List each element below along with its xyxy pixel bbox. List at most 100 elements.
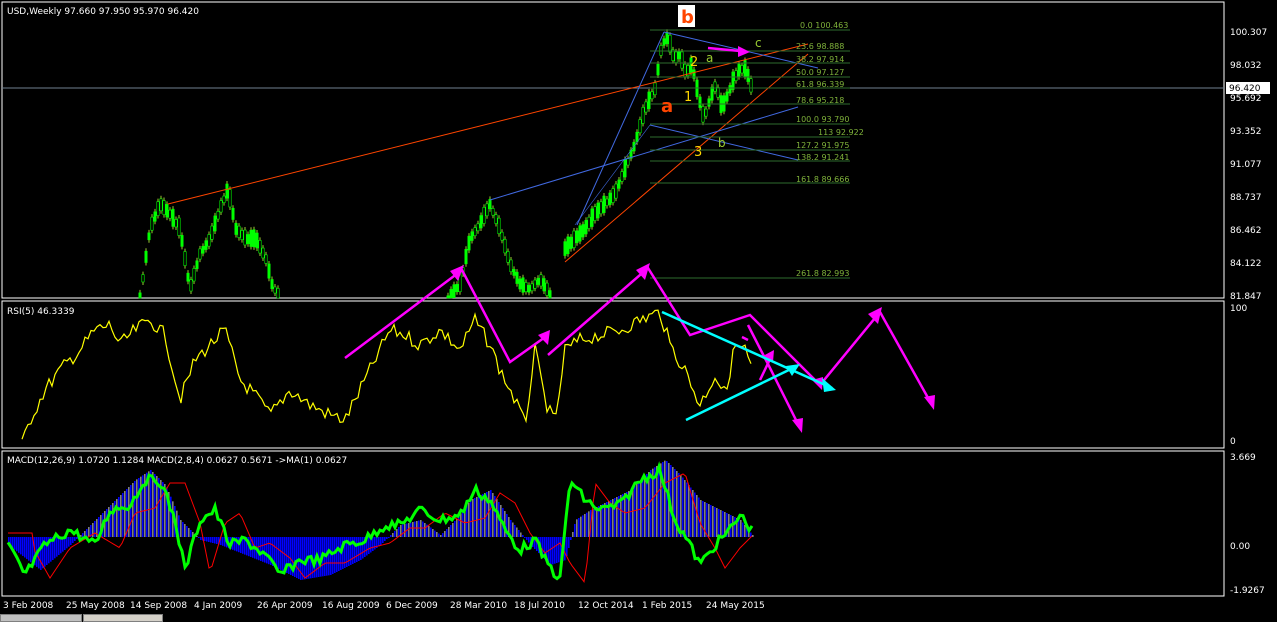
candle-body <box>512 269 516 276</box>
chart-canvas[interactable]: 100.307 98.032 95.692 93.352 91.077 88.7… <box>0 0 1277 619</box>
candle-body <box>716 87 720 98</box>
candle-body <box>503 239 507 254</box>
candle-body <box>704 108 708 117</box>
candle-body <box>147 232 151 241</box>
macd-histogram-bar <box>428 526 430 537</box>
fib-label: 113 92.922 <box>818 128 864 137</box>
time-label: 18 Jul 2010 <box>514 601 565 611</box>
macd-histogram-bar <box>472 499 474 537</box>
macd-histogram-bar <box>392 533 394 537</box>
candle-body <box>665 31 669 45</box>
macd-histogram-bar <box>200 537 202 540</box>
candle-body <box>464 249 468 265</box>
macd-histogram-bar <box>280 537 282 570</box>
macd-header: MACD(12,26,9) 1.0720 1.1284 MACD(2,8,4) … <box>7 456 347 466</box>
macd-histogram-bar <box>570 537 572 540</box>
wave-label-2: 2 <box>690 55 698 70</box>
macd-histogram-bar <box>634 486 636 537</box>
arrow-head-icon <box>924 395 935 410</box>
rsi-panel[interactable] <box>1 300 1225 449</box>
macd-histogram-bar <box>524 537 526 538</box>
price-tick: 100.307 <box>1230 28 1267 38</box>
macd-histogram-bar <box>490 490 492 537</box>
macd-histogram-bar <box>424 523 426 537</box>
candle-body <box>542 278 546 292</box>
macd-histogram-bar <box>282 537 284 571</box>
macd-histogram-bar <box>680 475 682 537</box>
macd-histogram-bar <box>46 537 48 565</box>
macd-histogram-bar <box>632 488 634 537</box>
macd-histogram-bar <box>20 537 22 555</box>
projection-zigzag-3 <box>819 309 934 406</box>
macd-histogram-bar <box>462 510 464 537</box>
candle-body <box>210 225 214 240</box>
macd-histogram-bar <box>588 511 590 537</box>
macd-histogram-bar <box>28 537 30 561</box>
candle-body <box>228 189 232 208</box>
macd-histogram-bar <box>702 501 704 537</box>
time-label: 16 Aug 2009 <box>322 601 380 611</box>
candle-body <box>659 45 663 56</box>
candle-body <box>138 292 142 299</box>
macd-histogram-bar <box>368 537 370 554</box>
macd-histogram-bar <box>694 492 696 537</box>
candle-body <box>737 63 741 78</box>
macd-histogram-bar <box>198 537 200 538</box>
macd-histogram-bar <box>360 537 362 560</box>
price-tick: 81.847 <box>1230 292 1262 302</box>
macd-histogram-bar <box>580 516 582 537</box>
macd-histogram-bar <box>388 537 390 538</box>
macd-histogram-bar <box>120 495 122 537</box>
macd-histogram-bar <box>456 518 458 537</box>
candle-body <box>153 211 157 222</box>
macd-histogram-bar <box>596 507 598 537</box>
candle-body <box>617 179 621 189</box>
macd-histogram-bar <box>446 529 448 537</box>
macd-histogram-bar <box>666 461 668 537</box>
candle-body <box>701 106 705 123</box>
candle-body <box>674 51 678 63</box>
macd-histogram-bar <box>136 479 138 537</box>
chart-tab[interactable] <box>0 614 82 622</box>
macd-histogram-bar <box>184 524 186 537</box>
macd-histogram-bar <box>26 537 28 560</box>
chart-tab-active[interactable] <box>83 614 163 622</box>
candle-body <box>626 158 630 166</box>
macd-histogram-bar <box>186 526 188 537</box>
macd-histogram-bar <box>404 524 406 537</box>
candle-body <box>470 231 474 241</box>
macd-histogram-bar <box>356 537 358 562</box>
candle-body <box>518 278 522 290</box>
candle-body <box>162 200 166 215</box>
candle-body <box>482 207 486 224</box>
rsi-support-line <box>685 365 796 422</box>
projection-small-tick <box>741 335 749 342</box>
candle-body <box>237 225 241 238</box>
candle-body <box>141 274 145 283</box>
macd-histogram-bar <box>448 527 450 537</box>
time-label: 4 Jan 2009 <box>194 601 242 611</box>
candle-body <box>494 214 498 224</box>
macd-histogram-bar <box>390 535 392 537</box>
candle-body <box>611 188 615 203</box>
macd-histogram-bar <box>658 464 660 537</box>
time-label: 14 Sep 2008 <box>130 601 187 611</box>
fib-label: 78.6 95.218 <box>796 96 844 105</box>
macd-histogram-bar <box>412 522 414 537</box>
candle-body <box>635 131 639 143</box>
macd-histogram-bar <box>222 537 224 546</box>
wave-label-3: 3 <box>694 145 702 160</box>
price-tick: 98.032 <box>1230 61 1262 71</box>
candle-body <box>156 201 160 216</box>
magenta-projections <box>344 263 935 433</box>
candle-body <box>219 200 223 213</box>
candle-body <box>545 282 549 296</box>
macd-tick-max: 3.669 <box>1230 453 1256 463</box>
wave-label-1: 1 <box>684 90 692 105</box>
macd-histogram-bar <box>496 499 498 537</box>
macd-histogram-bar <box>422 521 424 537</box>
macd-histogram-bar <box>418 520 420 537</box>
macd-histogram-bar <box>330 537 332 575</box>
macd-histogram-bar <box>188 528 190 537</box>
candle-body <box>638 119 642 134</box>
